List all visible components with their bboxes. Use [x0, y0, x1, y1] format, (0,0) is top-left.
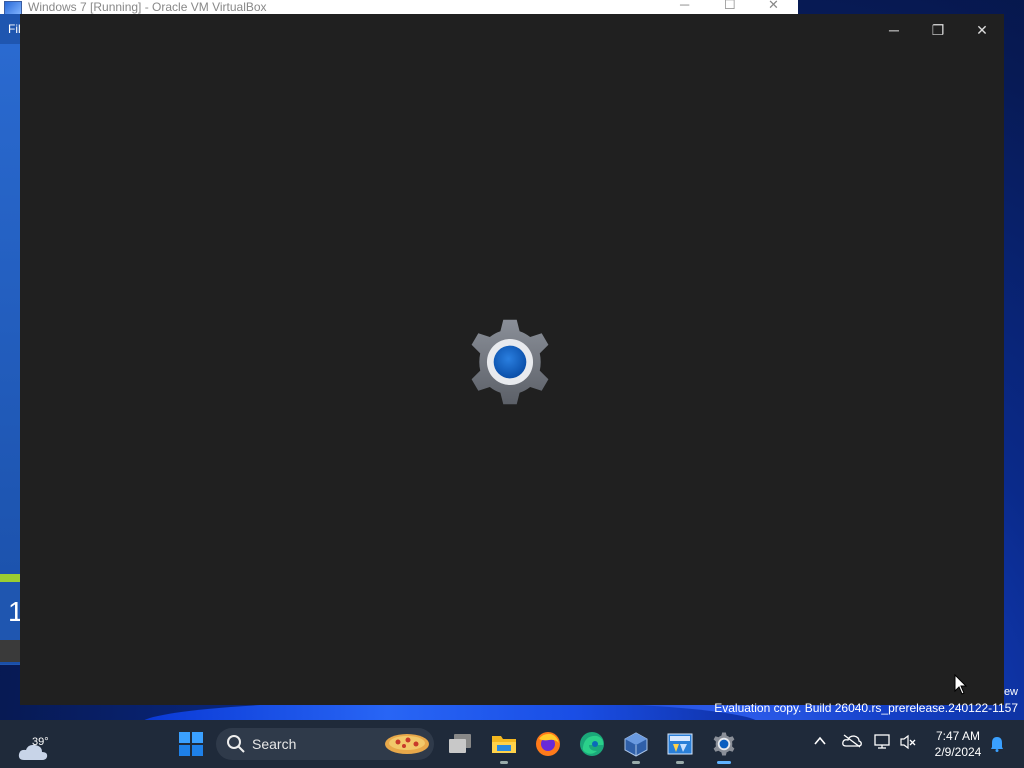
firefox-button[interactable]: [532, 728, 564, 760]
network-icon: [874, 734, 890, 749]
vm-statusbar: [0, 640, 20, 662]
clock-time: 7:47 AM: [935, 729, 981, 743]
volume-muted-icon: [900, 734, 916, 750]
show-hidden-icons-button[interactable]: [813, 734, 827, 751]
menu-file[interactable]: File: [0, 14, 20, 44]
chevron-up-icon: [814, 736, 826, 745]
onedrive-offline-icon: [842, 734, 862, 748]
start-button[interactable]: [175, 728, 207, 760]
watermark-line-2: Evaluation copy. Build 26040.rs_prerelea…: [714, 701, 1018, 715]
virtualbox-vm-button[interactable]: [664, 728, 696, 764]
notifications-button[interactable]: [990, 736, 1004, 755]
onedrive-button[interactable]: [842, 734, 862, 751]
settings-button[interactable]: [708, 728, 740, 764]
weather-widget[interactable]: 39°: [18, 728, 58, 760]
close-button[interactable]: ✕: [960, 20, 1004, 40]
edge-icon: [580, 732, 604, 756]
minimize-button[interactable]: ─: [872, 20, 916, 40]
start-icon: [179, 732, 203, 756]
menu-file-label: File: [8, 22, 20, 36]
file-explorer-icon: [492, 736, 516, 753]
virtualbox-icon: [624, 732, 648, 757]
settings-window[interactable]: ─ ❐ ✕: [20, 14, 1004, 705]
clock[interactable]: 7:47 AM 2/9/2024: [928, 728, 988, 760]
virtualbox-titlebar[interactable]: Windows 7 [Running] - Oracle VM VirtualB…: [0, 0, 798, 15]
volume-button[interactable]: [900, 734, 918, 753]
settings-icon: [713, 732, 735, 756]
taskbar: 39° Search 7:47 AM 2/9/2024: [0, 720, 1024, 768]
maximize-icon[interactable]: ☐: [724, 0, 736, 12]
minimize-icon[interactable]: ─: [680, 0, 689, 12]
running-indicator: [500, 761, 508, 764]
clock-date: 2/9/2024: [934, 745, 982, 759]
search-label: Search: [252, 736, 297, 752]
mouse-cursor-icon: [954, 673, 968, 701]
virtualbox-app-icon: [4, 1, 22, 15]
minimize-icon: ─: [889, 22, 899, 38]
weather-temp: 39°: [32, 736, 49, 748]
settings-gear-icon: [471, 319, 549, 405]
close-icon[interactable]: ✕: [768, 0, 779, 12]
virtualbox-title: Windows 7 [Running] - Oracle VM VirtualB…: [28, 0, 267, 14]
restore-button[interactable]: ❐: [916, 20, 960, 40]
vm-panel: 1: [0, 582, 24, 640]
vm-screen[interactable]: [0, 44, 20, 664]
task-view-icon: [449, 734, 471, 753]
watermark-line-1: ew: [1003, 686, 1018, 698]
bell-icon: [991, 737, 1003, 752]
restore-icon: ❐: [931, 22, 945, 38]
close-icon: ✕: [976, 22, 988, 38]
virtualbox-button[interactable]: [620, 728, 652, 764]
task-view-button[interactable]: [444, 728, 476, 760]
firefox-icon: [536, 732, 560, 756]
network-button[interactable]: [874, 734, 892, 753]
search-icon: [227, 735, 245, 753]
running-indicator: [676, 761, 684, 764]
running-indicator: [632, 761, 640, 764]
file-explorer-button[interactable]: [488, 728, 520, 764]
active-indicator: [717, 761, 731, 764]
pizza-icon: [385, 734, 429, 754]
search-box[interactable]: Search: [216, 728, 434, 760]
edge-button[interactable]: [576, 728, 608, 760]
virtualbox-vm-icon: [667, 733, 693, 755]
